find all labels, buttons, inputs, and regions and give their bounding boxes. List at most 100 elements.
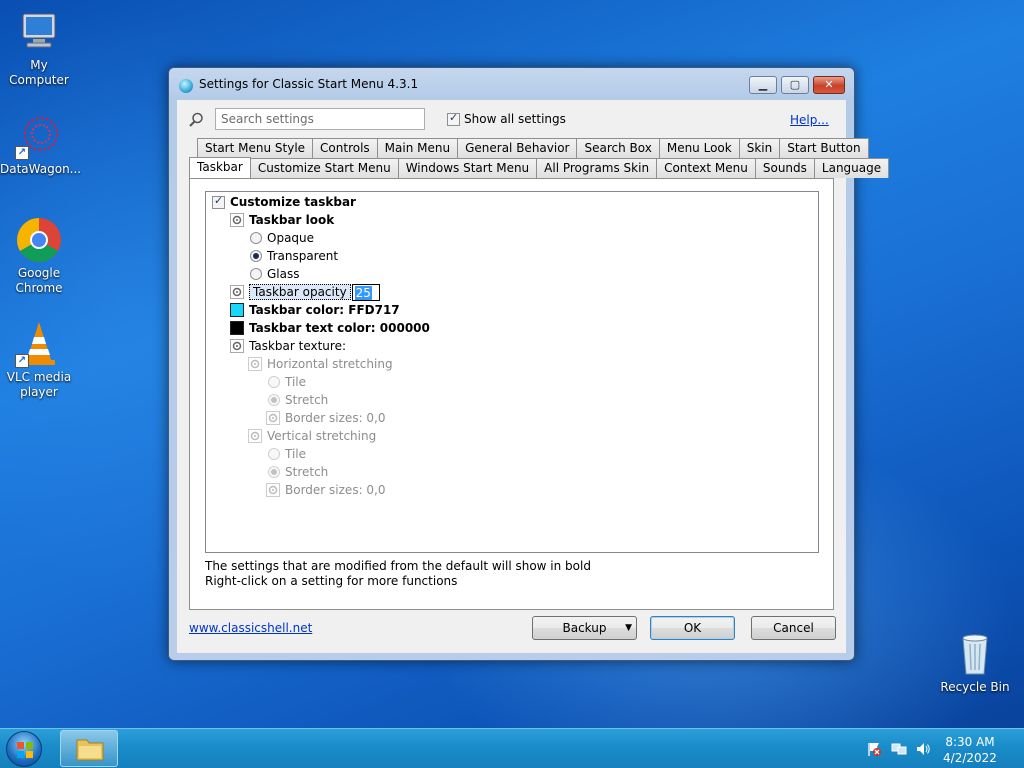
folder-icon — [76, 739, 104, 761]
window-titlebar[interactable]: Settings for Classic Start Menu 4.3.1 ▁ … — [169, 68, 854, 102]
opacity-edit-box[interactable]: 25 — [351, 283, 380, 301]
taskbar: 8:30 AM 4/2/2022 — [0, 728, 1024, 768]
tree-item-label: Taskbar color: FFD717 — [249, 303, 400, 317]
h-stretch-radio[interactable] — [268, 394, 280, 406]
tree-item-h-stretch[interactable]: Stretch — [268, 391, 328, 409]
search-icon — [188, 112, 204, 128]
minimize-button[interactable]: ▁ — [749, 76, 777, 94]
shortcut-arrow-icon: ↗ — [15, 146, 29, 160]
tree-item-h-tile[interactable]: Tile — [268, 373, 306, 391]
tab-sounds[interactable]: Sounds — [754, 158, 815, 178]
color-swatch-icon — [230, 303, 244, 317]
volume-icon[interactable] — [915, 741, 931, 757]
tree-item-label: Stretch — [285, 465, 329, 479]
color-swatch-icon — [230, 321, 244, 335]
gear-icon — [230, 213, 244, 227]
windows-logo-icon — [17, 742, 33, 758]
tree-item-h-border-sizes[interactable]: Border sizes: 0,0 — [266, 409, 386, 427]
backup-button[interactable]: Backup ▼ — [532, 616, 637, 640]
gear-icon — [266, 483, 280, 497]
note-modified-bold: The settings that are modified from the … — [205, 559, 591, 573]
close-button[interactable]: ✕ — [813, 76, 845, 94]
tab-start-button[interactable]: Start Button — [779, 138, 869, 158]
tree-item-taskbar-color[interactable]: Taskbar color: FFD717 — [230, 301, 400, 319]
classicshell-link[interactable]: www.classicshell.net — [189, 621, 312, 635]
gear-icon — [266, 411, 280, 425]
tree-item-transparent[interactable]: Transparent — [250, 247, 338, 265]
v-stretch-radio[interactable] — [268, 466, 280, 478]
vlc-cone-icon: ↗ — [15, 320, 63, 368]
tree-item-v-tile[interactable]: Tile — [268, 445, 306, 463]
tree-item-opaque[interactable]: Opaque — [250, 229, 314, 247]
customize-taskbar-checkbox[interactable] — [212, 194, 225, 209]
glass-radio[interactable] — [250, 268, 262, 280]
tree-item-label: Tile — [285, 375, 307, 389]
tree-item-horizontal-stretching[interactable]: Horizontal stretching — [248, 355, 393, 373]
desktop-icon-label: My Computer — [9, 58, 69, 87]
tab-search-box[interactable]: Search Box — [576, 138, 660, 158]
tree-item-vertical-stretching[interactable]: Vertical stretching — [248, 427, 376, 445]
gear-icon — [230, 339, 244, 353]
tab-menu-look[interactable]: Menu Look — [658, 138, 740, 158]
taskbar-explorer-button[interactable] — [60, 730, 118, 767]
cancel-button[interactable]: Cancel — [751, 616, 836, 640]
desktop-icon-my-computer[interactable]: My Computer — [0, 8, 78, 88]
show-all-checkbox[interactable] — [447, 111, 460, 126]
show-all-label: Show all settings — [464, 112, 566, 126]
taskbar-tab-panel: Customize taskbar Taskbar look Opaque Tr… — [189, 178, 834, 610]
help-link[interactable]: Help... — [790, 113, 829, 127]
tab-main-menu[interactable]: Main Menu — [376, 138, 459, 158]
tree-item-label: Glass — [267, 267, 300, 281]
tab-taskbar[interactable]: Taskbar — [189, 157, 251, 179]
tab-context-menu[interactable]: Context Menu — [656, 158, 756, 178]
tree-item-label: Taskbar look — [249, 213, 335, 227]
opaque-radio[interactable] — [250, 232, 262, 244]
tree-item-label: Taskbar texture: — [249, 339, 347, 353]
tree-item-taskbar-look[interactable]: Taskbar look — [230, 211, 334, 229]
transparent-radio[interactable] — [250, 250, 262, 262]
taskbar-clock[interactable]: 8:30 AM 4/2/2022 — [930, 734, 1010, 766]
tree-item-label: Taskbar text color: 000000 — [249, 321, 430, 335]
desktop-icon-label: VLC media player — [6, 370, 72, 399]
v-tile-radio[interactable] — [268, 448, 280, 460]
tabs-row-1: Start Menu Style Controls Main Menu Gene… — [197, 138, 869, 158]
tab-start-menu-style[interactable]: Start Menu Style — [197, 138, 314, 158]
desktop-icon-recycle-bin[interactable]: Recycle Bin — [936, 630, 1014, 695]
minimize-icon: ▁ — [758, 78, 768, 91]
tree-item-label: Taskbar opacity — [249, 284, 351, 300]
network-icon[interactable] — [891, 741, 907, 757]
desktop-icon-datawagon[interactable]: ↗ DataWagon... — [0, 112, 82, 177]
tree-item-label: Customize taskbar — [230, 195, 356, 209]
tree-item-taskbar-text-color[interactable]: Taskbar text color: 000000 — [230, 319, 430, 337]
settings-window: Settings for Classic Start Menu 4.3.1 ▁ … — [168, 67, 890, 661]
opacity-value[interactable]: 25 — [354, 285, 372, 300]
start-button[interactable] — [6, 731, 42, 767]
desktop-icon-label: DataWagon... — [0, 162, 82, 176]
search-input[interactable] — [215, 108, 425, 130]
computer-icon — [15, 8, 63, 56]
tab-windows-start-menu[interactable]: Windows Start Menu — [397, 158, 538, 178]
tree-item-customize-taskbar[interactable]: Customize taskbar — [212, 193, 356, 211]
tab-language[interactable]: Language — [813, 158, 890, 178]
desktop-icon-google-chrome[interactable]: Google Chrome — [0, 216, 78, 296]
action-center-flag-icon[interactable] — [866, 741, 882, 757]
tree-item-glass[interactable]: Glass — [250, 265, 300, 283]
window-client-area: Show all settings Help... Start Menu Sty… — [177, 100, 890, 653]
settings-tree[interactable]: Customize taskbar Taskbar look Opaque Tr… — [205, 191, 819, 553]
tab-all-programs-skin[interactable]: All Programs Skin — [536, 158, 658, 178]
ok-button[interactable]: OK — [650, 616, 735, 640]
desktop-icon-vlc[interactable]: ↗ VLC media player — [0, 320, 78, 400]
tab-general-behavior[interactable]: General Behavior — [457, 138, 578, 158]
tab-customize-start-menu[interactable]: Customize Start Menu — [249, 158, 399, 178]
tree-item-taskbar-texture[interactable]: Taskbar texture: — [230, 337, 346, 355]
tree-item-taskbar-opacity[interactable]: Taskbar opacity 25 — [230, 283, 380, 301]
h-tile-radio[interactable] — [268, 376, 280, 388]
tree-item-v-border-sizes[interactable]: Border sizes: 0,0 — [266, 481, 386, 499]
show-all-settings[interactable]: Show all settings — [447, 111, 566, 126]
tab-controls[interactable]: Controls — [312, 138, 378, 158]
tree-item-v-stretch[interactable]: Stretch — [268, 463, 328, 481]
close-icon: ✕ — [824, 78, 834, 91]
recycle-bin-icon — [951, 630, 999, 678]
tab-skin[interactable]: Skin — [738, 138, 781, 158]
maximize-button[interactable]: ▢ — [781, 76, 809, 94]
